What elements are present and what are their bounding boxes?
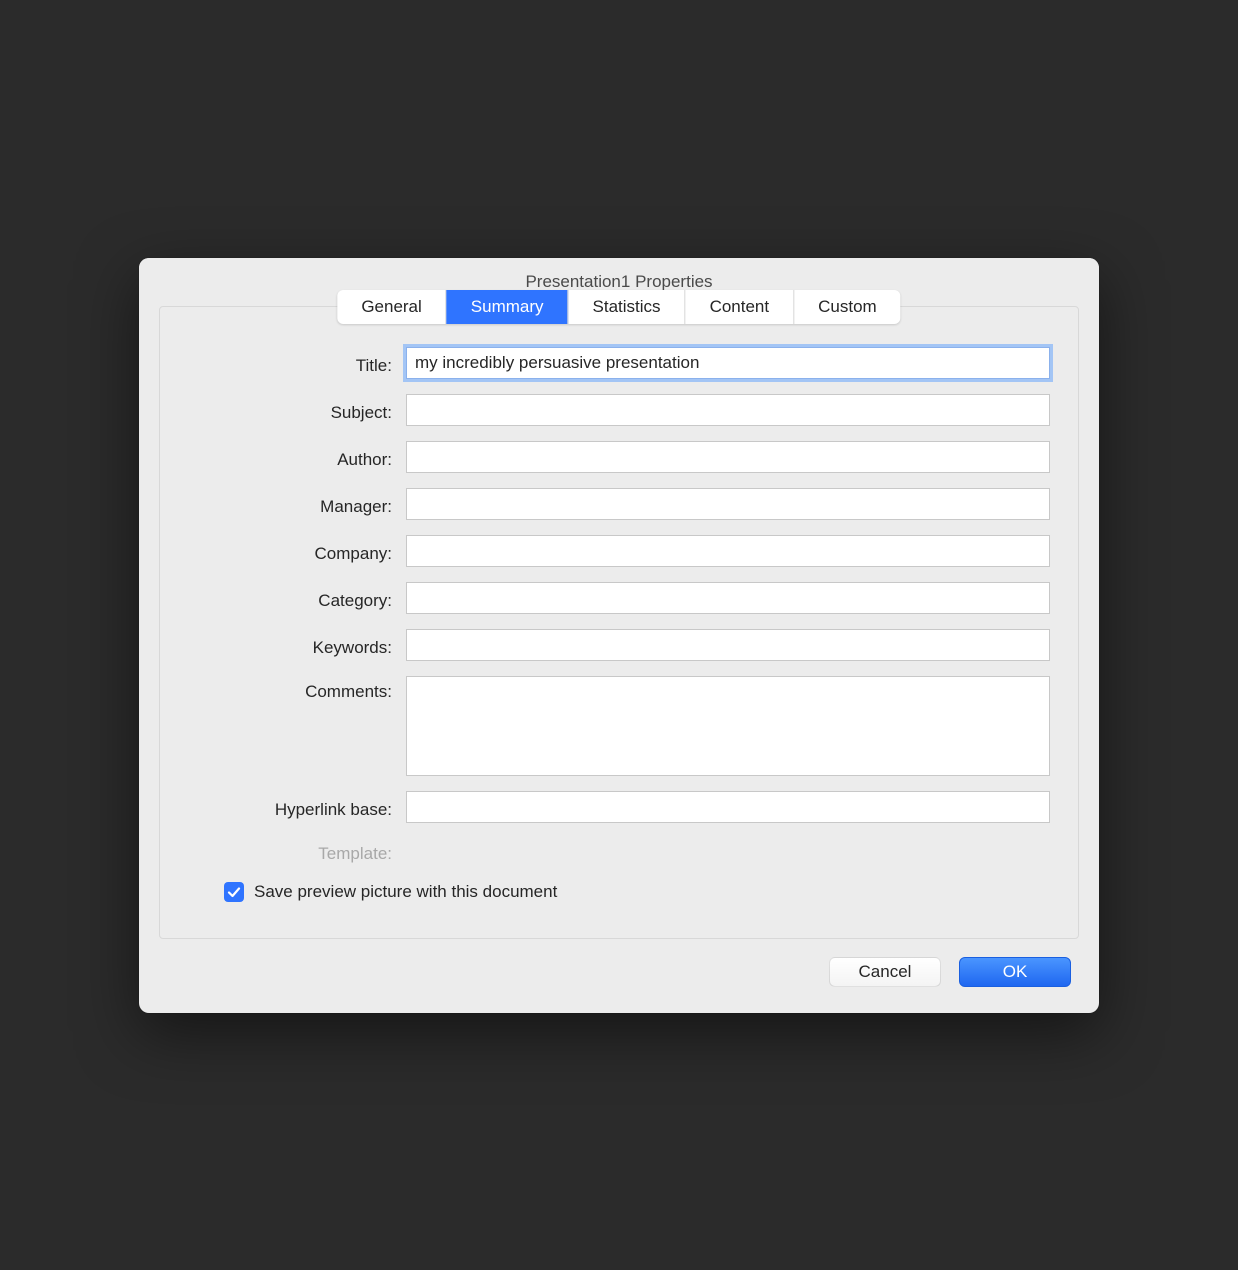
tab-custom[interactable]: Custom bbox=[794, 290, 901, 324]
button-row: Cancel OK bbox=[139, 957, 1099, 1013]
row-comments: Comments: bbox=[188, 676, 1050, 776]
content-frame: General Summary Statistics Content Custo… bbox=[159, 306, 1079, 939]
label-company: Company: bbox=[188, 538, 406, 564]
label-category: Category: bbox=[188, 585, 406, 611]
checkbox-row: Save preview picture with this document bbox=[188, 882, 1050, 902]
ok-button[interactable]: OK bbox=[959, 957, 1071, 987]
label-template: Template: bbox=[188, 838, 406, 864]
tab-general[interactable]: General bbox=[337, 290, 446, 324]
hyperlink-base-field[interactable] bbox=[406, 791, 1050, 823]
label-title: Title: bbox=[188, 350, 406, 376]
row-hyperlink-base: Hyperlink base: bbox=[188, 791, 1050, 823]
save-preview-checkbox[interactable] bbox=[224, 882, 244, 902]
tab-summary[interactable]: Summary bbox=[447, 290, 569, 324]
author-field[interactable] bbox=[406, 441, 1050, 473]
properties-dialog: Presentation1 Properties General Summary… bbox=[139, 258, 1099, 1013]
label-hyperlink-base: Hyperlink base: bbox=[188, 794, 406, 820]
form-rows: Title: Subject: Author: Manager: Company… bbox=[188, 347, 1050, 864]
check-icon bbox=[227, 885, 241, 899]
cancel-button[interactable]: Cancel bbox=[829, 957, 941, 987]
label-manager: Manager: bbox=[188, 491, 406, 517]
comments-field[interactable] bbox=[406, 676, 1050, 776]
row-title: Title: bbox=[188, 347, 1050, 379]
row-manager: Manager: bbox=[188, 488, 1050, 520]
row-template: Template: bbox=[188, 838, 1050, 864]
manager-field[interactable] bbox=[406, 488, 1050, 520]
row-keywords: Keywords: bbox=[188, 629, 1050, 661]
company-field[interactable] bbox=[406, 535, 1050, 567]
save-preview-label: Save preview picture with this document bbox=[254, 882, 557, 902]
row-subject: Subject: bbox=[188, 394, 1050, 426]
row-author: Author: bbox=[188, 441, 1050, 473]
row-category: Category: bbox=[188, 582, 1050, 614]
label-keywords: Keywords: bbox=[188, 632, 406, 658]
row-company: Company: bbox=[188, 535, 1050, 567]
tabbar: General Summary Statistics Content Custo… bbox=[337, 290, 900, 324]
label-author: Author: bbox=[188, 444, 406, 470]
category-field[interactable] bbox=[406, 582, 1050, 614]
subject-field[interactable] bbox=[406, 394, 1050, 426]
keywords-field[interactable] bbox=[406, 629, 1050, 661]
title-field[interactable] bbox=[406, 347, 1050, 379]
label-subject: Subject: bbox=[188, 397, 406, 423]
tab-content[interactable]: Content bbox=[686, 290, 795, 324]
label-comments: Comments: bbox=[188, 676, 406, 702]
tab-statistics[interactable]: Statistics bbox=[569, 290, 686, 324]
